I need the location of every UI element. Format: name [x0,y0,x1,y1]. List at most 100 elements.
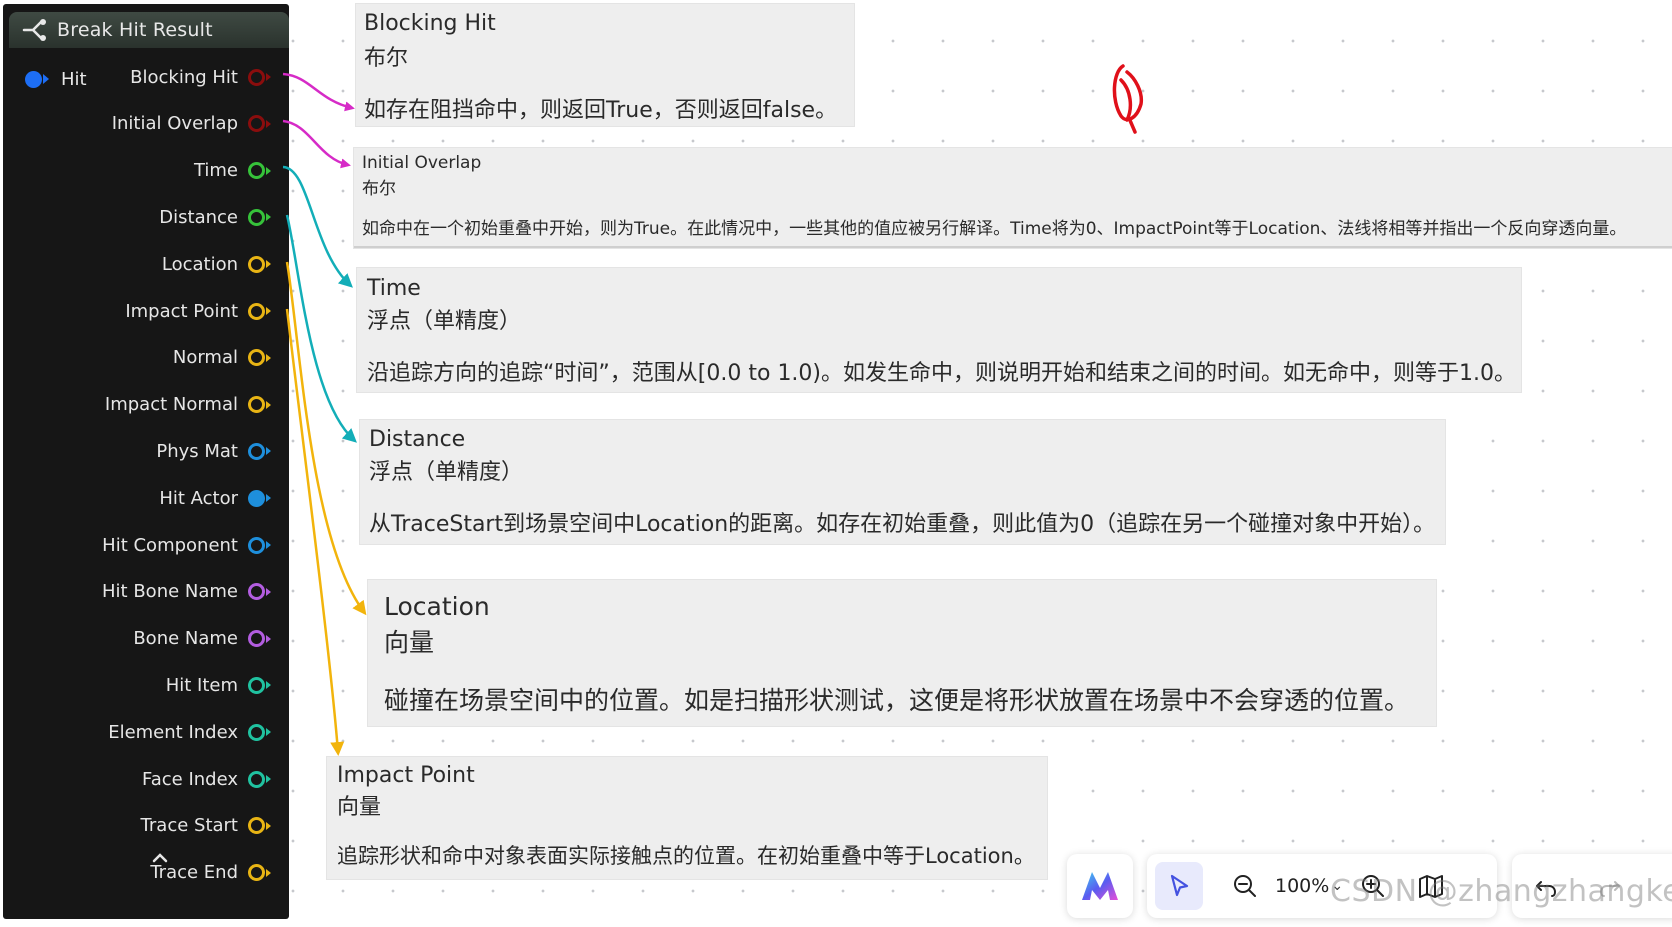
tooltip-name: Impact Point [337,763,475,788]
tooltip-description: 从TraceStart到场景空间中Location的距离。如存在初始重叠，则此值… [369,512,1436,537]
zoom-out-icon [1234,875,1256,897]
collapse-chevron-icon[interactable] [149,849,171,867]
tooltip-location: Location 向量 碰撞在场景空间中的位置。如是扫描形状测试，这便是将形状放… [368,580,1436,726]
output-pin-label: Blocking Hit [130,66,238,88]
wire-distance [285,214,357,443]
select-pointer-icon [1170,874,1189,897]
tooltip-name: Location [384,592,490,621]
output-pin-icon[interactable] [248,302,265,320]
pin-arrow-icon [266,447,271,456]
tooltip-description: 沿追踪方向的追踪“时间”，范围从[0.0 to 1.0)。如发生命中，则说明开始… [367,361,1516,386]
tooltip-name: Distance [369,427,466,452]
output-pin-icon[interactable] [248,770,265,788]
tooltip-type: 布尔 [364,46,409,71]
pin-arrow-icon [266,868,271,877]
output-pin-icon[interactable] [248,630,265,648]
brand-logo-button[interactable] [1067,854,1133,918]
output-pin-row[interactable]: Impact Point [3,298,285,324]
output-pin-label: Trace Start [140,815,238,837]
pin-arrow-icon [266,213,271,222]
tooltip-name: Blocking Hit [364,11,496,36]
zoom-out-button[interactable] [1221,862,1269,910]
pin-arrow-icon [266,681,271,690]
pin-arrow-icon [266,587,271,596]
tooltip-description: 追踪形状和命中对象表面实际接触点的位置。在初始重叠中等于Location。 [337,844,1035,868]
node-header[interactable]: Break Hit Result [9,12,289,48]
pin-arrow-icon [266,821,271,830]
output-pin-row[interactable]: Trace End [3,860,285,886]
output-pin-icon[interactable] [248,396,265,414]
output-pin-row[interactable]: Location [3,251,285,277]
output-pin-row[interactable]: Hit Actor [3,485,285,511]
output-pin-row[interactable]: Trace Start [3,813,285,839]
watermark: CSDN @zhangzhangkeji [1330,874,1672,909]
tooltip-description: 如存在阻挡命中，则返回True，否则返回false。 [364,98,838,123]
tooltip-description: 碰撞在场景空间中的位置。如是扫描形状测试，这便是将形状放置在场景中不会穿透的位置… [384,686,1410,715]
tooltip-type: 浮点（单精度） [369,460,524,485]
output-pin-row[interactable]: Phys Mat [3,438,285,464]
output-pin-row[interactable]: Normal [3,345,285,371]
output-pin-row[interactable]: Face Index [3,766,285,792]
output-pin-icon[interactable] [248,162,265,180]
node-title: Break Hit Result [57,19,213,41]
zoom-level-readout[interactable]: 100% [1275,875,1329,897]
select-tool-button[interactable] [1155,862,1203,910]
break-hit-result-node[interactable]: Break Hit Result Hit Blocking Hit Initial… [3,4,289,919]
wire-impact-point [285,308,345,756]
pin-arrow-icon [266,728,271,737]
wire-blocking-hit [282,72,355,112]
output-pin-label: Hit Item [165,674,238,696]
output-pin-row[interactable]: Initial Overlap [3,111,285,137]
output-pin-icon[interactable] [248,208,265,226]
output-pin-row[interactable]: Impact Normal [3,392,285,418]
output-pin-label: Element Index [108,721,238,743]
tooltip-name: Time [367,276,421,301]
output-pin-label: Bone Name [133,628,238,650]
pin-arrow-icon [266,353,271,362]
break-struct-icon [22,19,46,41]
output-pin-icon[interactable] [248,723,265,741]
tooltip-blocking-hit: Blocking Hit 布尔 如存在阻挡命中，则返回True，否则返回fals… [356,4,854,126]
output-pin-label: Impact Point [125,300,238,322]
output-pin-icon[interactable] [248,489,265,507]
wire-initial-overlap [282,119,351,169]
output-pin-icon[interactable] [248,864,265,882]
canvas[interactable]: Break Hit Result Hit Blocking Hit Initial… [0,0,1672,927]
tooltip-time: Time 浮点（单精度） 沿追踪方向的追踪“时间”，范围从[0.0 to 1.0… [357,268,1521,392]
output-pin-label: Impact Normal [104,394,238,416]
output-pin-icon[interactable] [248,349,265,367]
output-pin-row[interactable]: Hit Component [3,532,285,558]
tooltip-impact-point: Impact Point 向量 追踪形状和命中对象表面实际接触点的位置。在初始重… [327,757,1047,879]
output-pin-icon[interactable] [248,583,265,601]
wire-location [285,261,367,616]
tooltip-distance: Distance 浮点（单精度） 从TraceStart到场景空间中Locati… [360,420,1445,544]
output-pin-row[interactable]: Bone Name [3,626,285,652]
output-pin-row[interactable]: Time [3,158,285,184]
output-pin-label: Face Index [142,768,238,790]
tooltip-name: Initial Overlap [362,153,482,173]
output-pin-icon[interactable] [248,536,265,554]
tooltip-type: 向量 [384,628,435,657]
pin-arrow-icon [266,541,271,549]
output-pin-label: Location [161,253,238,275]
pin-arrow-icon [266,260,271,269]
pin-arrow-icon [266,634,271,643]
output-pin-icon[interactable] [248,255,265,273]
output-pin-icon[interactable] [248,676,265,694]
output-pin-icon[interactable] [248,442,265,460]
output-pin-icon[interactable] [248,817,265,835]
output-pin-icon[interactable] [248,68,265,86]
output-pin-label: Distance [159,206,238,228]
tooltip-description: 如命中在一个初始重叠中开始，则为True。在此情况中，一些其他的值应被另行解译。… [362,219,1627,239]
output-pin-row[interactable]: Hit Bone Name [3,579,285,605]
red-scribble-annotation [1112,64,1144,134]
wire-time [282,165,353,288]
pin-arrow-icon [266,400,271,409]
output-pin-row[interactable]: Blocking Hit [3,64,285,90]
output-pin-row[interactable]: Element Index [3,719,285,745]
output-pin-row[interactable]: Distance [3,204,285,230]
output-pin-label: Hit Bone Name [102,581,238,603]
output-pin-icon[interactable] [248,115,265,133]
pin-arrow-icon [266,166,271,175]
output-pin-row[interactable]: Hit Item [3,672,285,698]
